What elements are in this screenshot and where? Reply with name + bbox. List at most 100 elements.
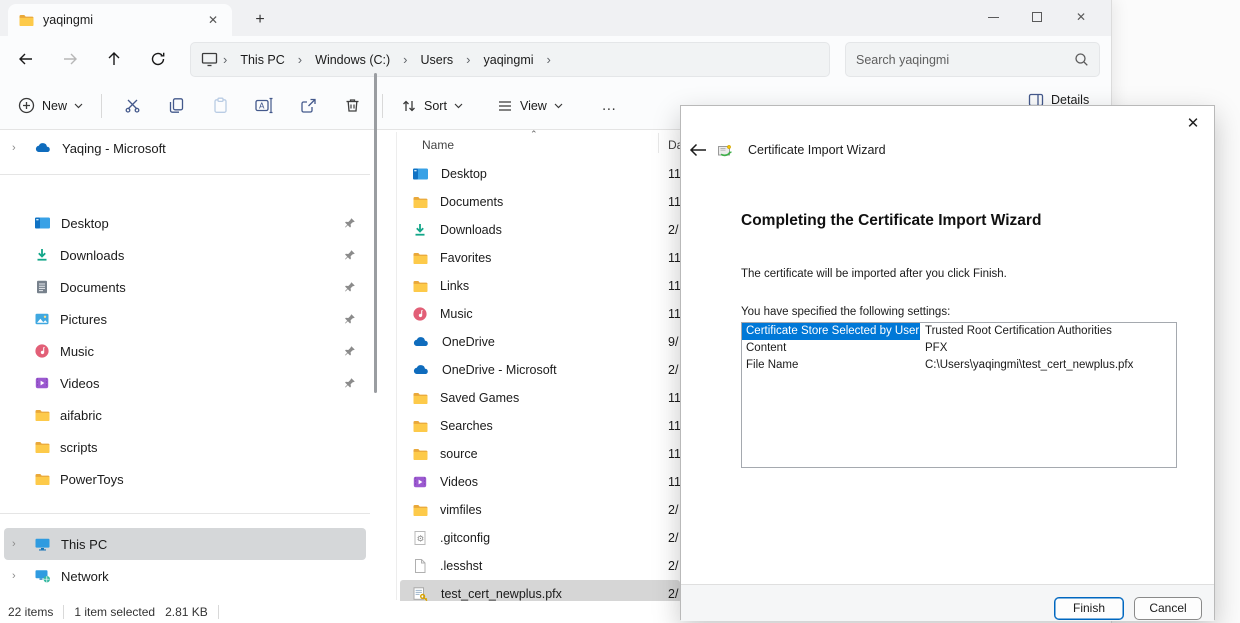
file-row-source[interactable]: source 11/ xyxy=(400,440,680,468)
sidebar-item-music[interactable]: Music xyxy=(4,335,366,367)
sidebar-item-scripts[interactable]: scripts xyxy=(4,431,366,463)
tab-title: yaqingmi xyxy=(43,13,195,27)
svg-text:A: A xyxy=(259,102,265,111)
view-button-label: View xyxy=(520,99,547,113)
file-row-searches[interactable]: Searches 11/ xyxy=(400,412,680,440)
new-button[interactable]: New xyxy=(8,88,93,124)
desktop-icon xyxy=(34,215,51,231)
certificate-key-icon xyxy=(412,586,429,602)
file-name: test_cert_newplus.pfx xyxy=(441,587,562,601)
file-row-onedrive[interactable]: OneDrive 9/ xyxy=(400,328,680,356)
copy-icon[interactable] xyxy=(154,88,198,124)
back-icon[interactable] xyxy=(8,41,44,77)
rename-icon[interactable]: A xyxy=(242,88,286,124)
toolbar-divider xyxy=(382,94,383,118)
file-name: vimfiles xyxy=(440,503,482,517)
file-list: Desktop 11/ Documents 11/ Downloads 2/ F… xyxy=(400,160,680,608)
sidebar-scrollbar[interactable] xyxy=(374,73,377,393)
file-row-desktop[interactable]: Desktop 11/ xyxy=(400,160,680,188)
file-name: OneDrive - Microsoft xyxy=(442,363,557,377)
sidebar-item-downloads[interactable]: Downloads xyxy=(4,239,366,271)
file-row-links[interactable]: Links 11/ xyxy=(400,272,680,300)
paste-icon xyxy=(198,88,242,124)
setting-key: File Name xyxy=(742,357,920,374)
cut-icon[interactable] xyxy=(110,88,154,124)
sidebar-item-powertoys[interactable]: PowerToys xyxy=(4,463,366,495)
file-row-lesshst[interactable]: .lesshst 2/ xyxy=(400,552,680,580)
file-row-downloads[interactable]: Downloads 2/ xyxy=(400,216,680,244)
sidebar-item-label: Pictures xyxy=(60,312,107,327)
chevron-down-icon xyxy=(554,103,563,109)
file-row-gitconfig[interactable]: ⚙ .gitconfig 2/ xyxy=(400,524,680,552)
chevron-right-icon: › xyxy=(297,52,303,67)
sidebar-item-label: Network xyxy=(61,569,109,584)
sidebar-item-documents[interactable]: Documents xyxy=(4,271,366,303)
pin-icon xyxy=(344,377,356,389)
pin-icon xyxy=(344,217,356,229)
sidebar-item-aifabric[interactable]: aifabric xyxy=(4,399,366,431)
folder-icon xyxy=(18,12,34,28)
more-options-icon[interactable]: … xyxy=(587,88,631,124)
file-row-documents[interactable]: Documents 11/ xyxy=(400,188,680,216)
file-row-vimfiles[interactable]: vimfiles 2/ xyxy=(400,496,680,524)
sidebar-item-network[interactable]: › Network xyxy=(4,560,366,592)
sidebar-item-onedrive-account[interactable]: › Yaqing - Microsoft xyxy=(4,132,366,164)
sidebar-divider xyxy=(0,174,370,175)
setting-value: Trusted Root Certification Authorities xyxy=(920,323,1112,340)
screen: yaqingmi ✕ + ✕ xyxy=(0,0,1240,623)
file-icon xyxy=(412,558,428,574)
sidebar-item-videos[interactable]: Videos xyxy=(4,367,366,399)
file-row-music[interactable]: Music 11/ xyxy=(400,300,680,328)
chevron-expand-icon[interactable]: › xyxy=(12,142,16,154)
file-name: Desktop xyxy=(441,167,487,181)
location-monitor-icon[interactable] xyxy=(201,52,218,67)
maximize-button[interactable] xyxy=(1015,0,1059,34)
chevron-expand-icon[interactable]: › xyxy=(12,570,16,582)
file-row-saved-games[interactable]: Saved Games 11/ xyxy=(400,384,680,412)
sort-button[interactable]: Sort xyxy=(391,88,473,124)
view-button[interactable]: View xyxy=(487,88,573,124)
sidebar-divider xyxy=(0,513,370,514)
delete-icon[interactable] xyxy=(330,88,374,124)
share-icon[interactable] xyxy=(286,88,330,124)
tab-yaqingmi[interactable]: yaqingmi ✕ xyxy=(8,4,232,36)
sidebar-item-this-pc[interactable]: › This PC xyxy=(4,528,366,560)
chevron-expand-icon[interactable]: › xyxy=(12,538,16,550)
file-row-favorites[interactable]: Favorites 11/ xyxy=(400,244,680,272)
breadcrumb-users[interactable]: Users xyxy=(413,50,462,70)
breadcrumb-yaqingmi[interactable]: yaqingmi xyxy=(476,50,542,70)
selection-count: 1 item selected xyxy=(74,605,155,619)
breadcrumb-windows-c[interactable]: Windows (C:) xyxy=(307,50,398,70)
videos-icon xyxy=(34,375,50,391)
folder-icon xyxy=(412,194,428,210)
file-row-onedrive-microsoft[interactable]: OneDrive - Microsoft 2/ xyxy=(400,356,680,384)
finish-button[interactable]: Finish xyxy=(1054,597,1124,620)
minimize-button[interactable] xyxy=(971,0,1015,34)
file-row-videos[interactable]: Videos 11/ xyxy=(400,468,680,496)
settings-row[interactable]: File Name C:\Users\yaqingmi\test_cert_ne… xyxy=(742,357,1176,374)
settings-row[interactable]: Content PFX xyxy=(742,340,1176,357)
close-button[interactable]: ✕ xyxy=(1059,0,1103,34)
dialog-close-icon[interactable]: ✕ xyxy=(1182,112,1204,134)
breadcrumb-this-pc[interactable]: This PC xyxy=(232,50,292,70)
wizard-settings-label: You have specified the following setting… xyxy=(741,306,950,318)
up-icon[interactable] xyxy=(96,41,132,77)
cancel-button[interactable]: Cancel xyxy=(1134,597,1202,620)
search-icon[interactable] xyxy=(1074,52,1089,67)
sidebar-item-desktop[interactable]: Desktop xyxy=(4,207,366,239)
wizard-settings-table: Certificate Store Selected by User Trust… xyxy=(741,322,1177,468)
tab-close-icon[interactable]: ✕ xyxy=(204,11,222,29)
search-input[interactable] xyxy=(856,53,1074,67)
refresh-icon[interactable] xyxy=(140,41,176,77)
column-divider[interactable] xyxy=(658,133,659,153)
new-tab-button[interactable]: + xyxy=(248,8,272,32)
file-name: .lesshst xyxy=(440,559,482,573)
chevron-down-icon xyxy=(74,103,83,109)
sidebar-item-pictures[interactable]: Pictures xyxy=(4,303,366,335)
settings-row[interactable]: Certificate Store Selected by User Trust… xyxy=(742,323,1176,340)
column-header-name[interactable]: Name xyxy=(422,138,454,152)
music-icon xyxy=(412,306,428,322)
onedrive-cloud-icon xyxy=(412,334,430,350)
videos-icon xyxy=(412,474,428,490)
dialog-back-icon[interactable] xyxy=(689,143,707,157)
